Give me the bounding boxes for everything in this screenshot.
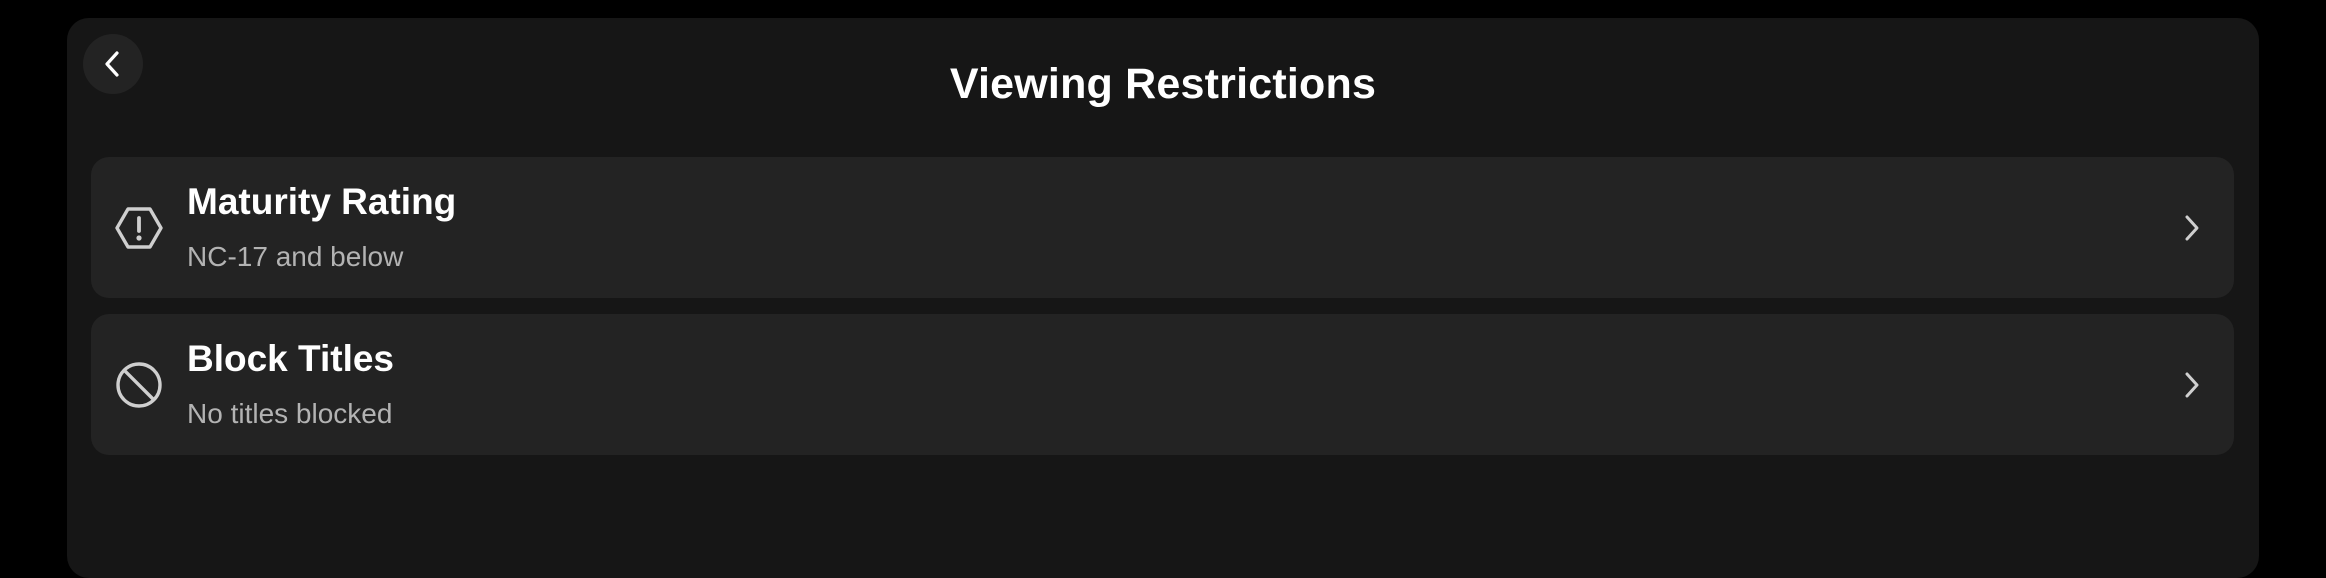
row-subtitle: No titles blocked (187, 398, 393, 429)
viewing-restrictions-panel: Viewing Restrictions Maturity Rating NC-… (67, 18, 2259, 578)
chevron-right-icon (2180, 367, 2204, 403)
row-title: Block Titles (187, 338, 395, 379)
restrictions-list: Maturity Rating NC-17 and below Block Ti… (91, 157, 2234, 471)
hexagon-exclamation-icon (115, 204, 163, 252)
block-icon (115, 361, 163, 409)
row-title: Maturity Rating (187, 181, 457, 222)
block-titles-row[interactable]: Block Titles No titles blocked (91, 314, 2234, 455)
chevron-right-icon (2180, 210, 2204, 246)
maturity-rating-row[interactable]: Maturity Rating NC-17 and below (91, 157, 2234, 298)
page-title: Viewing Restrictions (949, 60, 1377, 108)
row-subtitle: NC-17 and below (187, 241, 404, 272)
